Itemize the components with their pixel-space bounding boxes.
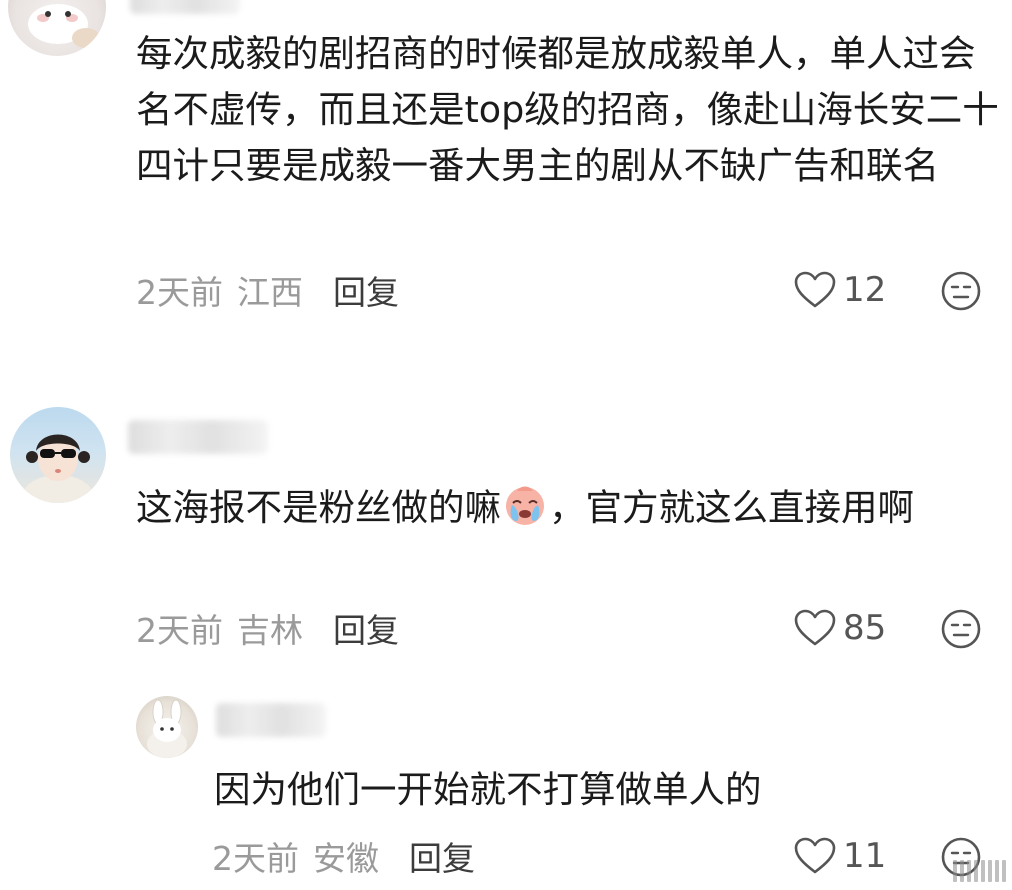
heart-outline-icon bbox=[794, 271, 836, 308]
comment-3-avatar[interactable] bbox=[136, 696, 198, 758]
heart-outline-icon bbox=[794, 609, 836, 646]
comment-2-username-blurred[interactable] bbox=[128, 420, 268, 454]
comment-3-region: 安徽 bbox=[313, 839, 379, 878]
comment-1-text: 每次成毅的剧招商的时候都是放成毅单人，单人过会名不虚传，而且还是top级的招商，… bbox=[136, 32, 999, 187]
comment-2-like-count: 85 bbox=[843, 608, 887, 648]
comment-1-username-blurred[interactable] bbox=[130, 0, 240, 14]
neutral-face-icon[interactable] bbox=[940, 270, 982, 312]
comment-3-time: 2天前 bbox=[212, 839, 299, 878]
comment-3-username-blurred[interactable] bbox=[216, 703, 326, 737]
comment-1-like-button[interactable]: 12 bbox=[793, 268, 886, 312]
comment-3-like-count: 11 bbox=[843, 836, 887, 876]
comment-2-reply-button[interactable]: 回复 bbox=[333, 604, 399, 652]
cat-avatar-image bbox=[28, 4, 100, 48]
comment-3-text: 因为他们一开始就不打算做单人的 bbox=[214, 768, 762, 811]
comment-1-time: 2天前 bbox=[136, 273, 223, 312]
comment-3-reply-button[interactable]: 回复 bbox=[409, 832, 475, 880]
comment-2-text: 这海报不是粉丝做的嘛 ，官方就这么直接用啊 bbox=[136, 480, 1002, 536]
comment-3-meta: 2天前 安徽 回复 bbox=[212, 834, 475, 878]
girl-avatar-image bbox=[22, 434, 94, 503]
comment-1-reply-button[interactable]: 回复 bbox=[333, 266, 399, 314]
comment-2-region: 吉林 bbox=[237, 611, 303, 650]
comment-2-text-part-1: 这海报不是粉丝做的嘛 bbox=[136, 486, 501, 529]
heart-outline-icon bbox=[794, 837, 836, 874]
bunny-avatar-image bbox=[147, 699, 187, 758]
comment-2-like-button[interactable]: 85 bbox=[793, 606, 886, 650]
comment-1-avatar[interactable] bbox=[8, 0, 106, 56]
watermark-logo bbox=[950, 858, 1006, 884]
comment-3-like-button[interactable]: 11 bbox=[793, 834, 886, 878]
comment-2-avatar[interactable] bbox=[10, 407, 106, 503]
comment-1-meta: 2天前 江西 回复 bbox=[136, 268, 399, 312]
comment-2-meta: 2天前 吉林 回复 bbox=[136, 606, 399, 650]
neutral-face-icon[interactable] bbox=[940, 608, 982, 650]
comment-2-time: 2天前 bbox=[136, 611, 223, 650]
crying-face-emoji-icon bbox=[506, 486, 544, 525]
comment-1-like-count: 12 bbox=[843, 270, 887, 310]
comment-1-region: 江西 bbox=[237, 273, 303, 312]
comment-2-text-part-2: ，官方就这么直接用啊 bbox=[549, 486, 914, 529]
